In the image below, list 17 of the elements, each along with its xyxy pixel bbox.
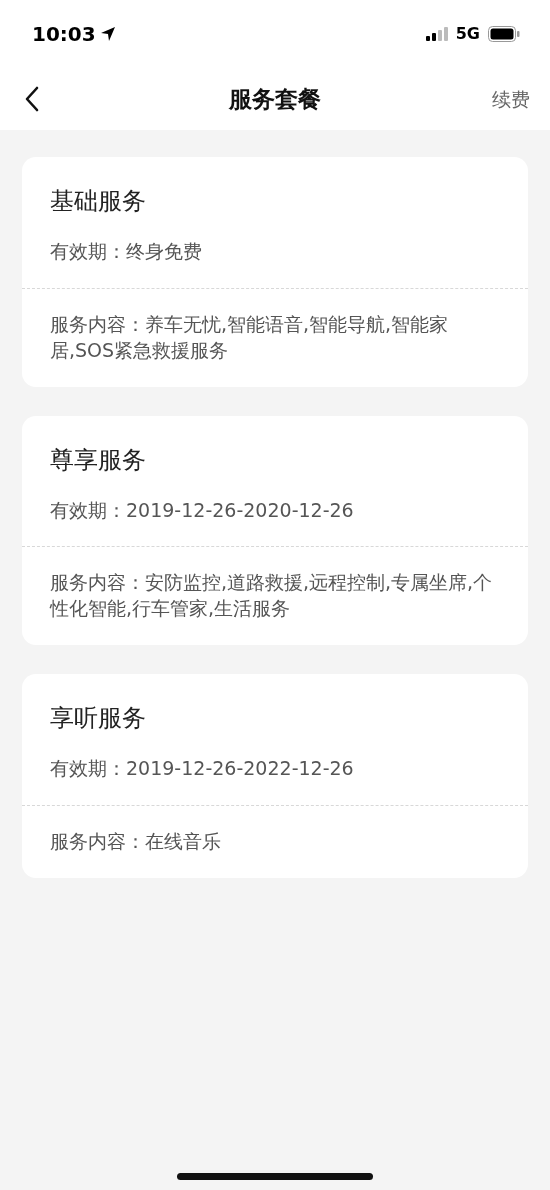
network-label: 5G [455, 23, 480, 45]
signal-icon [425, 27, 448, 41]
service-content-text: 服务内容：安防监控,道路救援,远程控制,专属坐席,个性化智能,行车管家,生活服务 [48, 570, 494, 621]
package-name: 基础服务 [50, 186, 147, 217]
location-arrow-icon [99, 26, 116, 42]
package-name: 享听服务 [50, 703, 147, 734]
page-title: 服务套餐 [229, 85, 321, 112]
validity-text: 有效期：2019-12-26-2022-12-26 [50, 756, 355, 781]
service-content-text: 服务内容：养车无忧,智能语音,智能导航,智能家居,SOS紧急救援服务 [49, 311, 450, 363]
back-button[interactable] [24, 86, 40, 112]
service-content-text: 服务内容：在线音乐 [49, 828, 222, 854]
validity-text: 有效期：终身免费 [50, 239, 203, 264]
clock-time: 10:03 [32, 21, 96, 48]
package-name: 尊享服务 [50, 444, 147, 476]
validity-text: 有效期：2019-12-26-2020-12-26 [50, 497, 355, 523]
battery-icon [488, 26, 520, 42]
renew-button[interactable]: 续费 [492, 84, 530, 114]
